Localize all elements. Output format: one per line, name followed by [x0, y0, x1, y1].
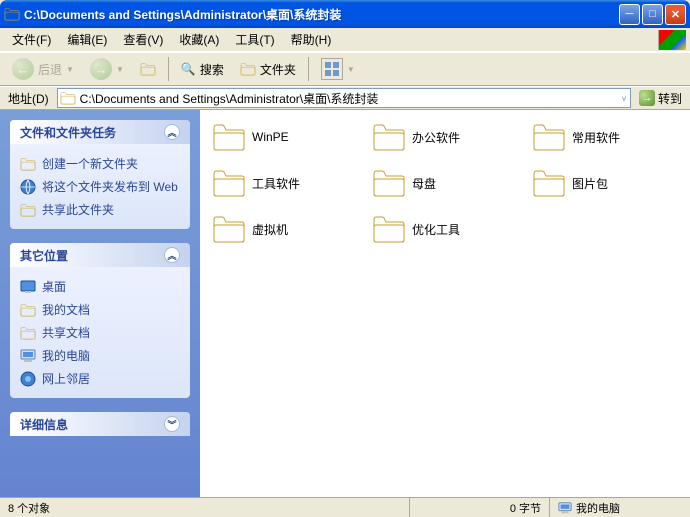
- folders-button[interactable]: 文件夹: [234, 59, 302, 80]
- address-label: 地址(D): [4, 90, 53, 107]
- menu-bar: 文件(F) 编辑(E) 查看(V) 收藏(A) 工具(T) 帮助(H): [0, 28, 690, 52]
- menu-help[interactable]: 帮助(H): [283, 29, 340, 50]
- folder-label: 虚拟机: [252, 221, 288, 238]
- view-icon: [321, 58, 343, 80]
- folder-icon: [212, 122, 246, 152]
- forward-dropdown-icon: ▼: [116, 65, 124, 74]
- folder-item[interactable]: 图片包: [532, 168, 682, 198]
- folder-item[interactable]: 工具软件: [212, 168, 362, 198]
- folder-icon: [212, 214, 246, 244]
- desktop-icon: [20, 279, 36, 295]
- share-folder-icon: [20, 202, 36, 218]
- documents-icon: [20, 302, 36, 318]
- places-panel-header[interactable]: 其它位置 ︽: [10, 243, 190, 267]
- windows-flag-icon: [658, 30, 686, 50]
- folder-icon: [212, 168, 246, 198]
- folder-icon: [372, 214, 406, 244]
- view-button[interactable]: ▼: [315, 56, 361, 82]
- menu-favorites[interactable]: 收藏(A): [171, 29, 227, 50]
- folder-label: 母盘: [412, 175, 436, 192]
- folder-item[interactable]: 常用软件: [532, 122, 682, 152]
- shared-docs-icon: [20, 325, 36, 341]
- up-button[interactable]: [134, 60, 162, 78]
- folder-icon: [372, 168, 406, 198]
- collapse-icon: ︽: [164, 247, 180, 263]
- task-share[interactable]: 共享此文件夹: [20, 198, 180, 221]
- place-shared-documents[interactable]: 共享文档: [20, 321, 180, 344]
- status-size: 0 字节: [410, 498, 550, 517]
- place-my-computer[interactable]: 我的电脑: [20, 344, 180, 367]
- forward-button[interactable]: → ▼: [84, 56, 130, 82]
- network-icon: [20, 371, 36, 387]
- view-dropdown-icon: ▼: [347, 65, 355, 74]
- details-panel: 详细信息 ︾: [10, 412, 190, 436]
- task-new-folder[interactable]: 创建一个新文件夹: [20, 152, 180, 175]
- toolbar-separator: [168, 57, 169, 81]
- tasks-panel: 文件和文件夹任务 ︽ 创建一个新文件夹 将这个文件夹发布到 Web 共享此文件夹: [10, 120, 190, 229]
- back-button[interactable]: ← 后退 ▼: [6, 56, 80, 82]
- menu-tools[interactable]: 工具(T): [227, 29, 282, 50]
- task-publish-web[interactable]: 将这个文件夹发布到 Web: [20, 175, 180, 198]
- maximize-button[interactable]: □: [642, 4, 663, 25]
- status-bar: 8 个对象 0 字节 我的电脑: [0, 497, 690, 517]
- computer-icon: [20, 348, 36, 364]
- globe-icon: [20, 179, 36, 195]
- folder-label: WinPE: [252, 130, 289, 144]
- computer-icon: [558, 501, 572, 515]
- title-bar: C:\Documents and Settings\Administrator\…: [0, 0, 690, 28]
- toolbar: ← 后退 ▼ → ▼ 🔍 搜索 文件夹 ▼: [0, 52, 690, 86]
- folder-item[interactable]: 办公软件: [372, 122, 522, 152]
- status-count: 8 个对象: [0, 498, 410, 517]
- folder-item[interactable]: WinPE: [212, 122, 362, 152]
- up-folder-icon: [140, 62, 156, 76]
- menu-edit[interactable]: 编辑(E): [59, 29, 115, 50]
- collapse-icon: ︽: [164, 124, 180, 140]
- folder-label: 常用软件: [572, 129, 620, 146]
- address-dropdown-icon[interactable]: v: [620, 94, 628, 103]
- details-panel-header[interactable]: 详细信息 ︾: [10, 412, 190, 436]
- close-button[interactable]: ✕: [665, 4, 686, 25]
- menu-view[interactable]: 查看(V): [115, 29, 171, 50]
- forward-arrow-icon: →: [90, 58, 112, 80]
- folder-content[interactable]: WinPE 办公软件 常用软件工具软件 母盘 图片包虚拟机 优化工具: [200, 110, 690, 497]
- back-dropdown-icon: ▼: [66, 65, 74, 74]
- folder-icon: [372, 122, 406, 152]
- window-folder-icon: [4, 6, 20, 22]
- back-arrow-icon: ←: [12, 58, 34, 80]
- side-panel: 文件和文件夹任务 ︽ 创建一个新文件夹 将这个文件夹发布到 Web 共享此文件夹…: [0, 110, 200, 497]
- folder-label: 办公软件: [412, 129, 460, 146]
- go-button[interactable]: → 转到: [635, 90, 686, 107]
- address-folder-icon: [60, 91, 76, 105]
- new-folder-icon: [20, 156, 36, 172]
- folder-label: 图片包: [572, 175, 608, 192]
- folder-icon: [532, 122, 566, 152]
- folder-label: 优化工具: [412, 221, 460, 238]
- search-icon: 🔍: [181, 62, 196, 76]
- address-bar: 地址(D) C:\Documents and Settings\Administ…: [0, 86, 690, 110]
- place-my-documents[interactable]: 我的文档: [20, 298, 180, 321]
- folders-icon: [240, 62, 256, 76]
- window-title: C:\Documents and Settings\Administrator\…: [24, 6, 619, 23]
- address-input[interactable]: C:\Documents and Settings\Administrator\…: [57, 88, 631, 108]
- toolbar-separator: [308, 57, 309, 81]
- folder-item[interactable]: 母盘: [372, 168, 522, 198]
- tasks-panel-header[interactable]: 文件和文件夹任务 ︽: [10, 120, 190, 144]
- search-button[interactable]: 🔍 搜索: [175, 59, 230, 80]
- folder-label: 工具软件: [252, 175, 300, 192]
- place-network[interactable]: 网上邻居: [20, 367, 180, 390]
- places-panel: 其它位置 ︽ 桌面 我的文档 共享文档 我的电脑 网上邻居: [10, 243, 190, 398]
- folder-icon: [532, 168, 566, 198]
- address-path: C:\Documents and Settings\Administrator\…: [80, 90, 616, 107]
- status-location: 我的电脑: [550, 498, 690, 517]
- go-arrow-icon: →: [639, 90, 655, 106]
- folder-item[interactable]: 虚拟机: [212, 214, 362, 244]
- folder-item[interactable]: 优化工具: [372, 214, 522, 244]
- place-desktop[interactable]: 桌面: [20, 275, 180, 298]
- menu-file[interactable]: 文件(F): [4, 29, 59, 50]
- minimize-button[interactable]: ─: [619, 4, 640, 25]
- expand-icon: ︾: [164, 416, 180, 432]
